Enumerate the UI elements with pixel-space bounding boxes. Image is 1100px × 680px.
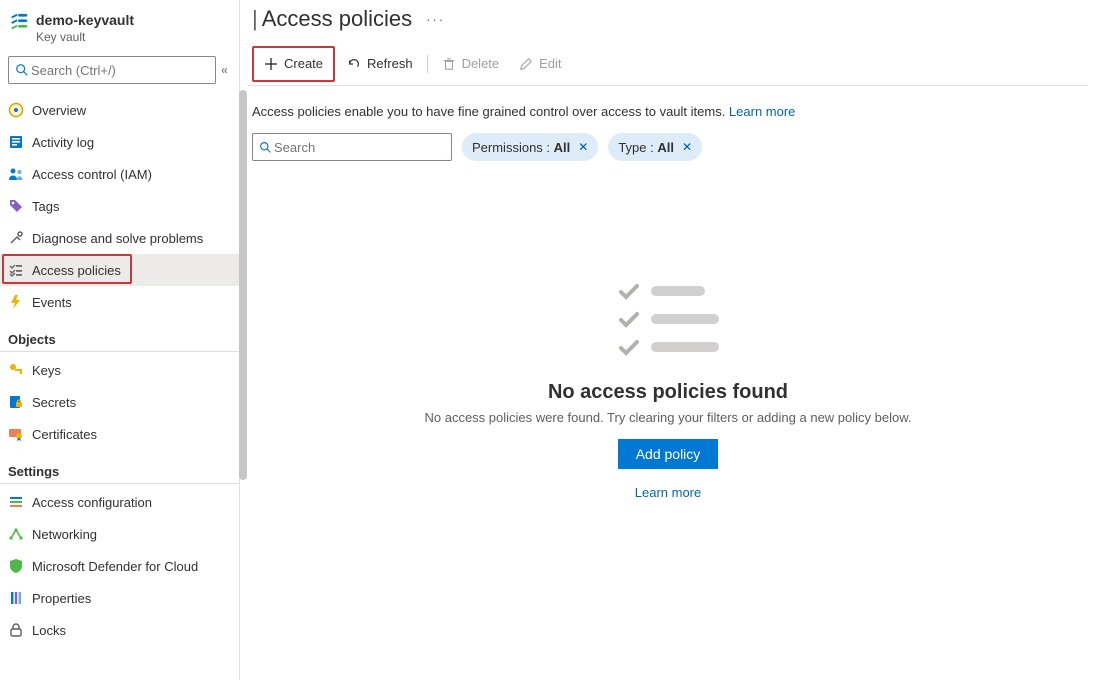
sidebar-item-overview[interactable]: Overview (0, 94, 239, 126)
filter-search-input[interactable] (272, 139, 452, 156)
toolbar: Create Refresh Delete Edit (248, 42, 1088, 86)
toolbar-separator (427, 55, 428, 73)
refresh-button[interactable]: Refresh (337, 48, 423, 80)
properties-icon (8, 590, 32, 606)
lock-icon (8, 622, 32, 638)
sidebar-item-label: Tags (32, 199, 59, 214)
type-value: All (657, 140, 674, 155)
trash-icon (442, 57, 456, 71)
sidebar-item-properties[interactable]: Properties (0, 582, 239, 614)
check-icon (617, 307, 641, 331)
overview-icon (8, 102, 32, 118)
sidebar-item-label: Secrets (32, 395, 76, 410)
check-icon (617, 279, 641, 303)
highlight-box: Create (252, 46, 335, 82)
empty-body: No access policies were found. Try clear… (248, 410, 1088, 425)
create-label: Create (284, 56, 323, 71)
refresh-label: Refresh (367, 56, 413, 71)
sidebar-item-defender[interactable]: Microsoft Defender for Cloud (0, 550, 239, 582)
description: Access policies enable you to have fine … (248, 86, 1088, 129)
sidebar-item-label: Properties (32, 591, 91, 606)
refresh-icon (347, 57, 361, 71)
shield-icon (8, 558, 32, 574)
filter-type[interactable]: Type : All ✕ (608, 133, 702, 161)
clear-permissions-filter[interactable]: ✕ (578, 140, 588, 154)
events-icon (8, 294, 32, 310)
search-icon (15, 63, 29, 77)
permissions-value: All (554, 140, 571, 155)
main-content: | Access policies ··· Create Refresh (240, 0, 1100, 680)
empty-illustration (617, 275, 719, 363)
check-icon (617, 335, 641, 359)
add-policy-button[interactable]: Add policy (618, 439, 719, 469)
description-text: Access policies enable you to have fine … (252, 104, 729, 119)
filter-permissions[interactable]: Permissions : All ✕ (462, 133, 598, 161)
access-configuration-icon (8, 494, 32, 510)
sidebar-item-access-control[interactable]: Access control (IAM) (0, 158, 239, 190)
clear-type-filter[interactable]: ✕ (682, 140, 692, 154)
more-actions-button[interactable]: ··· (426, 12, 445, 27)
empty-state: No access policies found No access polic… (248, 275, 1088, 500)
activity-log-icon (8, 134, 32, 150)
networking-icon (8, 526, 32, 542)
sidebar-item-label: Certificates (32, 427, 97, 442)
sidebar-item-activity-log[interactable]: Activity log (0, 126, 239, 158)
keyvault-icon (8, 12, 36, 34)
collapse-sidebar-button[interactable]: « (216, 63, 233, 77)
edit-button: Edit (509, 48, 571, 80)
create-button[interactable]: Create (254, 48, 333, 80)
sidebar-item-keys[interactable]: Keys (0, 354, 239, 386)
resource-type: Key vault (36, 30, 134, 44)
sidebar-item-label: Microsoft Defender for Cloud (32, 559, 198, 574)
learn-more-link[interactable]: Learn more (729, 104, 795, 119)
delete-button: Delete (432, 48, 510, 80)
access-policies-icon (8, 262, 32, 278)
sidebar-item-label: Events (32, 295, 72, 310)
sidebar-search[interactable] (8, 56, 216, 84)
sidebar-item-access-policies[interactable]: Access policies (0, 254, 239, 286)
sidebar-item-locks[interactable]: Locks (0, 614, 239, 646)
sidebar-item-label: Access configuration (32, 495, 152, 510)
delete-label: Delete (462, 56, 500, 71)
sidebar-item-tags[interactable]: Tags (0, 190, 239, 222)
filter-search[interactable] (252, 133, 452, 161)
sidebar-item-label: Access control (IAM) (32, 167, 152, 182)
permissions-label: Permissions : (472, 140, 554, 155)
sidebar-search-input[interactable] (29, 62, 209, 79)
sidebar-item-secrets[interactable]: Secrets (0, 386, 239, 418)
sidebar-item-label: Overview (32, 103, 86, 118)
sidebar-item-label: Access policies (32, 263, 121, 278)
sidebar-section-settings: Settings (0, 450, 239, 484)
empty-title: No access policies found (248, 381, 1088, 404)
sidebar: demo-keyvault Key vault « Overview (0, 0, 240, 680)
access-control-icon (8, 166, 32, 182)
sidebar-item-label: Activity log (32, 135, 94, 150)
sidebar-item-events[interactable]: Events (0, 286, 239, 318)
edit-label: Edit (539, 56, 561, 71)
sidebar-item-label: Diagnose and solve problems (32, 231, 203, 246)
sidebar-item-networking[interactable]: Networking (0, 518, 239, 550)
certificate-icon (8, 426, 32, 442)
sidebar-item-label: Keys (32, 363, 61, 378)
tag-icon (8, 198, 32, 214)
pencil-icon (519, 57, 533, 71)
resource-header: demo-keyvault Key vault (0, 0, 239, 50)
empty-learn-more-link[interactable]: Learn more (248, 485, 1088, 500)
type-label: Type : (618, 140, 657, 155)
sidebar-item-access-configuration[interactable]: Access configuration (0, 486, 239, 518)
sidebar-item-diagnose[interactable]: Diagnose and solve problems (0, 222, 239, 254)
resource-name: demo-keyvault (36, 12, 134, 28)
sidebar-item-label: Locks (32, 623, 66, 638)
search-icon (259, 141, 272, 154)
sidebar-section-objects: Objects (0, 318, 239, 352)
sidebar-item-label: Networking (32, 527, 97, 542)
diagnose-icon (8, 230, 32, 246)
title-divider: | (252, 6, 258, 32)
key-icon (8, 362, 32, 378)
page-title: Access policies (262, 6, 412, 32)
secret-icon (8, 394, 32, 410)
plus-icon (264, 57, 278, 71)
sidebar-item-certificates[interactable]: Certificates (0, 418, 239, 450)
